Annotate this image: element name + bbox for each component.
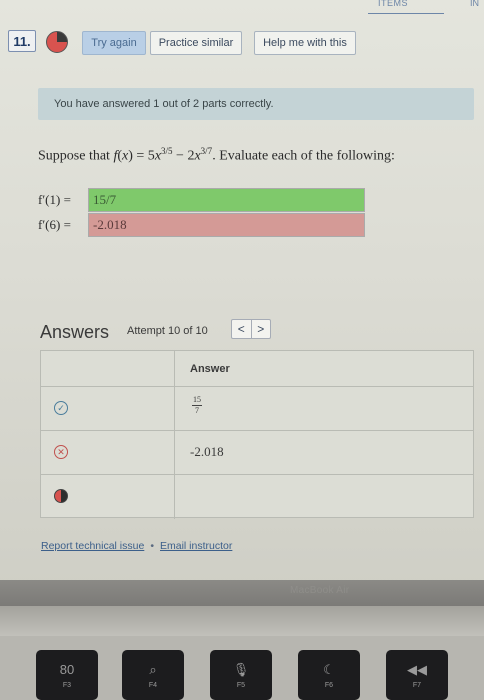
prompt-exp1: 3/5 — [161, 146, 173, 156]
mission-control-icon: 80 — [59, 662, 75, 677]
progress-pie-icon — [46, 31, 68, 53]
part-1-answer-field[interactable]: 15/7 — [88, 188, 365, 212]
key-label: F6 — [324, 682, 334, 689]
answer-value: -2.018 — [190, 444, 224, 459]
table-row: ✓ 15 7 — [41, 387, 473, 431]
column-divider — [174, 475, 175, 519]
checkmark-icon: ✓ — [54, 401, 68, 415]
attempt-counter: Attempt 10 of 10 — [127, 325, 208, 337]
key-f7[interactable]: ◀◀ F7 — [386, 650, 448, 700]
question-prompt: Suppose that f(x) = 5x3/5 − 2x3/7. Evalu… — [38, 146, 395, 164]
key-label: F5 — [236, 682, 246, 689]
prompt-eq: = 5 — [132, 148, 155, 164]
try-again-button[interactable]: Try again — [82, 31, 146, 55]
key-f6[interactable]: ☾ F6 — [298, 650, 360, 700]
link-separator: • — [150, 540, 154, 552]
attempt-prev-button[interactable]: < — [232, 320, 252, 338]
attempt-next-button[interactable]: > — [252, 320, 271, 338]
corner-label[interactable]: IN — [470, 0, 479, 8]
fraction-denominator: 7 — [195, 406, 199, 415]
help-me-button[interactable]: Help me with this — [254, 31, 356, 55]
practice-similar-button[interactable]: Practice similar — [150, 31, 242, 55]
answer-fraction: 15 7 — [192, 396, 202, 415]
part-2-answer-field[interactable]: -2.018 — [88, 213, 365, 237]
column-divider — [174, 387, 175, 430]
key-f3[interactable]: 80 F3 — [36, 650, 98, 700]
part-1-row: f′(1) = — [38, 189, 88, 211]
part-2-row: f′(6) = — [38, 214, 88, 236]
answers-table-header: Answer — [41, 351, 473, 387]
key-f4[interactable]: ⌕ F4 — [122, 650, 184, 700]
key-label: F7 — [412, 682, 422, 689]
laptop-brand-label: MacBook Air — [290, 585, 350, 596]
part-1-label: f′(1) = — [38, 192, 71, 207]
key-f5[interactable]: 🎙 F5 — [210, 650, 272, 700]
attempt-nav: < > — [231, 319, 271, 339]
prompt-lead: Suppose that — [38, 148, 114, 164]
key-label: F3 — [62, 682, 72, 689]
search-icon: ⌕ — [149, 662, 157, 677]
email-instructor-link[interactable]: Email instructor — [160, 540, 232, 552]
part-2-label: f′(6) = — [38, 217, 71, 232]
moon-icon: ☾ — [323, 662, 335, 677]
browser-screen: ITEMS IN 11. Try again Practice similar … — [0, 0, 484, 590]
question-number-badge[interactable]: 11. — [8, 30, 36, 52]
column-divider — [174, 431, 175, 474]
footer-links: Report technical issue • Email instructo… — [41, 540, 232, 552]
incorrect-x-icon: ✕ — [54, 445, 68, 459]
key-label: F4 — [148, 682, 158, 689]
table-row: ✕ -2.018 — [41, 431, 473, 475]
prompt-minus: − 2 — [172, 148, 195, 164]
prompt-tail: . Evaluate each of the following: — [212, 148, 395, 164]
answers-table: Answer ✓ 15 7 ✕ -2.018 — [40, 350, 474, 519]
score-banner: You have answered 1 out of 2 parts corre… — [38, 88, 474, 120]
laptop-bezel — [0, 580, 484, 608]
microphone-icon: 🎙 — [232, 662, 250, 677]
column-divider — [174, 351, 175, 386]
answer-column-header: Answer — [190, 363, 230, 375]
fraction-numerator: 15 — [192, 395, 202, 406]
report-issue-link[interactable]: Report technical issue — [41, 540, 144, 552]
prompt-var: x — [122, 148, 129, 164]
prompt-exp2: 3/7 — [200, 146, 213, 156]
items-underline — [368, 13, 444, 14]
laptop-hinge — [0, 606, 484, 636]
table-row — [41, 475, 473, 519]
rewind-icon: ◀◀ — [407, 662, 427, 677]
answers-heading: Answers — [40, 322, 110, 342]
prompt-fn: f — [113, 148, 118, 164]
items-label[interactable]: ITEMS — [378, 0, 408, 8]
pending-pie-icon — [54, 489, 68, 503]
